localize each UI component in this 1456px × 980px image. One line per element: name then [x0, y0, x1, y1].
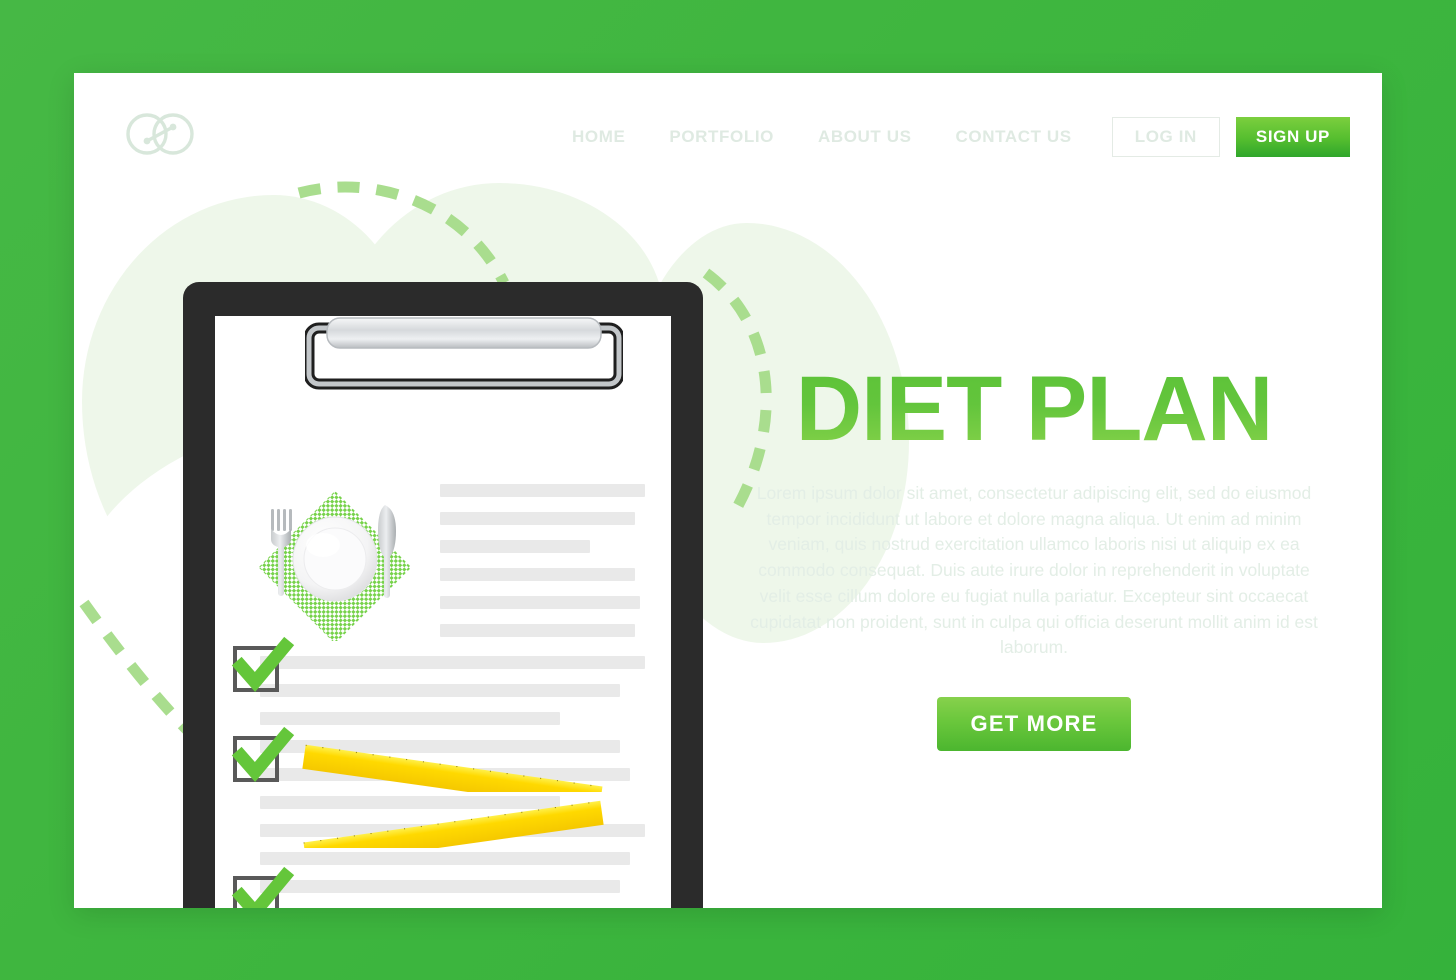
measuring-tape-icon-top — [302, 744, 603, 792]
page-title: DIET PLAN — [734, 363, 1334, 455]
clipboard-clip-icon — [305, 317, 623, 390]
infinity-loop-logo-icon — [126, 113, 194, 155]
hero-section: DIET PLAN Lorem ipsum dolor sit amet, co… — [734, 363, 1334, 752]
diet-plan-illustration — [183, 282, 703, 908]
nav-item-portfolio[interactable]: PORTFOLIO — [647, 127, 796, 147]
checkbox-item-3 — [231, 866, 295, 908]
brand-logo[interactable] — [122, 105, 198, 163]
nav-item-home[interactable]: HOME — [550, 127, 647, 147]
checkbox-item-1 — [231, 636, 295, 693]
nav-item-about-us[interactable]: ABOUT US — [796, 127, 934, 147]
nav-item-contact-us[interactable]: CONTACT US — [934, 127, 1094, 147]
signup-button[interactable]: SIGN UP — [1235, 117, 1350, 157]
get-more-button[interactable]: GET MORE — [936, 697, 1132, 752]
page-card: HOME PORTFOLIO ABOUT US CONTACT US LOG I… — [74, 73, 1382, 908]
main-navigation: HOME PORTFOLIO ABOUT US CONTACT US LOG I… — [550, 117, 1350, 157]
landing-page: HOME PORTFOLIO ABOUT US CONTACT US LOG I… — [0, 0, 1456, 980]
measuring-tape-icon-bottom — [303, 800, 604, 848]
login-button[interactable]: LOG IN — [1111, 117, 1220, 157]
hero-paragraph: Lorem ipsum dolor sit amet, consectetur … — [750, 483, 1318, 658]
